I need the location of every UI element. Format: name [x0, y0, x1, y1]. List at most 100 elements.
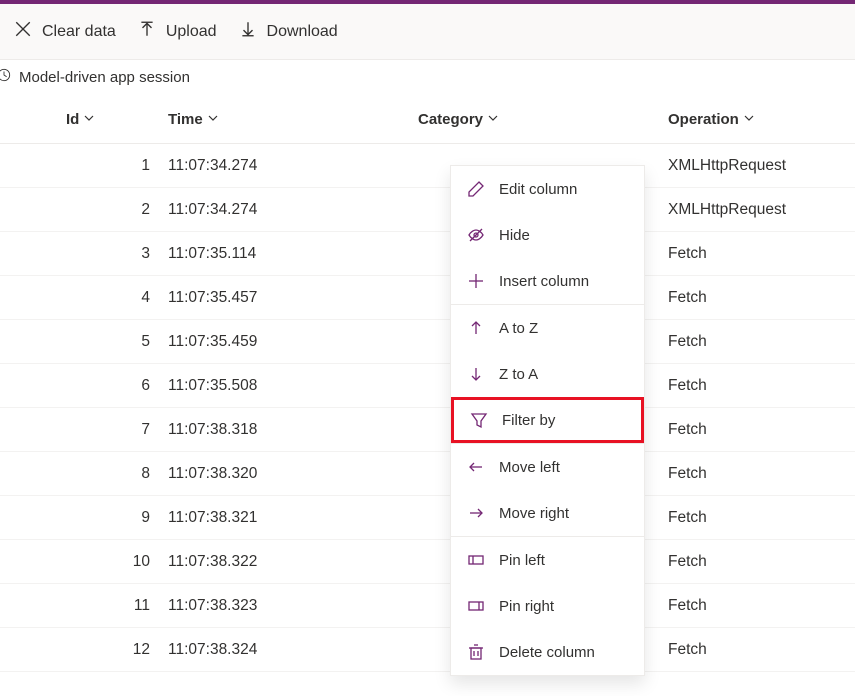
column-header-category-label: Category	[418, 111, 483, 128]
column-header-operation-label: Operation	[668, 111, 739, 128]
ctx-move-right[interactable]: Move right	[451, 490, 644, 536]
column-header-id-label: Id	[66, 111, 79, 128]
pin-right-icon	[467, 597, 485, 615]
cell-id: 4	[48, 289, 168, 307]
ctx-insert-column-label: Insert column	[499, 273, 589, 290]
cell-operation: Fetch	[668, 465, 855, 483]
clear-data-label: Clear data	[42, 23, 116, 41]
chevron-down-icon	[487, 111, 499, 128]
cell-time: 11:07:38.320	[168, 465, 418, 483]
clock-icon	[0, 68, 11, 86]
toolbar: Clear data Upload Download	[0, 4, 855, 60]
cell-operation: Fetch	[668, 245, 855, 263]
arrow-right-icon	[467, 504, 485, 522]
table-row[interactable]: 411:07:35.457Fetch	[0, 276, 855, 320]
table-row[interactable]: 1011:07:38.322 Fetch	[0, 540, 855, 584]
cell-time: 11:07:34.274	[168, 157, 418, 175]
subtitle-row: Model-driven app session	[0, 60, 855, 96]
ctx-edit-column[interactable]: Edit column	[451, 166, 644, 212]
column-header-time[interactable]: Time	[168, 111, 418, 128]
cell-time: 11:07:35.114	[168, 245, 418, 263]
pencil-icon	[467, 180, 485, 198]
table-row[interactable]: 711:07:38.318 Fetch	[0, 408, 855, 452]
arrow-up-icon	[467, 319, 485, 337]
ctx-delete-column-label: Delete column	[499, 644, 595, 661]
ctx-hide[interactable]: Hide	[451, 212, 644, 258]
cell-id: 11	[48, 597, 168, 615]
cell-operation: Fetch	[668, 553, 855, 571]
ctx-sort-asc[interactable]: A to Z	[451, 305, 644, 351]
ctx-sort-asc-label: A to Z	[499, 320, 538, 337]
cell-operation: XMLHttpRequest	[668, 157, 855, 175]
clear-data-button[interactable]: Clear data	[14, 20, 116, 43]
column-header-category[interactable]: Category	[418, 111, 668, 128]
cell-operation: Fetch	[668, 597, 855, 615]
ctx-sort-desc[interactable]: Z to A	[451, 351, 644, 397]
ctx-hide-label: Hide	[499, 227, 530, 244]
cell-time: 11:07:38.324	[168, 641, 418, 659]
data-grid: Id Time Category Operation 111:07:34.274…	[0, 96, 855, 672]
column-header-id[interactable]: Id	[48, 111, 95, 128]
cell-operation: XMLHttpRequest	[668, 201, 855, 219]
cell-time: 11:07:35.459	[168, 333, 418, 351]
cell-id: 2	[48, 201, 168, 219]
cell-id: 8	[48, 465, 168, 483]
column-header-operation[interactable]: Operation	[668, 111, 855, 128]
cell-time: 11:07:38.321	[168, 509, 418, 527]
ctx-pin-left-label: Pin left	[499, 552, 545, 569]
filter-icon	[470, 411, 488, 429]
ctx-move-right-label: Move right	[499, 505, 569, 522]
ctx-edit-column-label: Edit column	[499, 181, 577, 198]
cell-time: 11:07:35.508	[168, 377, 418, 395]
chevron-down-icon	[207, 111, 219, 128]
upload-label: Upload	[166, 23, 217, 41]
cell-id: 10	[48, 553, 168, 571]
table-row[interactable]: 611:07:35.508 Fetch	[0, 364, 855, 408]
pin-left-icon	[467, 551, 485, 569]
cell-id: 12	[48, 641, 168, 659]
cell-operation: Fetch	[668, 377, 855, 395]
cell-id: 7	[48, 421, 168, 439]
grid-header-row: Id Time Category Operation	[0, 96, 855, 144]
table-row[interactable]: 811:07:38.320 Fetch	[0, 452, 855, 496]
cell-operation: Fetch	[668, 421, 855, 439]
ctx-delete-column[interactable]: Delete column	[451, 629, 644, 675]
cell-operation: Fetch	[668, 509, 855, 527]
cell-time: 11:07:38.322	[168, 553, 418, 571]
chevron-down-icon	[83, 111, 95, 128]
chevron-down-icon	[743, 111, 755, 128]
upload-icon	[138, 20, 156, 43]
table-row[interactable]: 911:07:38.321 Fetch	[0, 496, 855, 540]
cell-id: 6	[48, 377, 168, 395]
cell-time: 11:07:38.318	[168, 421, 418, 439]
table-row[interactable]: 211:07:34.274XMLHttpRequest	[0, 188, 855, 232]
ctx-pin-right-label: Pin right	[499, 598, 554, 615]
arrow-down-icon	[467, 365, 485, 383]
cell-id: 1	[48, 157, 168, 175]
table-row[interactable]: 311:07:35.114Fetch	[0, 232, 855, 276]
column-header-time-label: Time	[168, 111, 203, 128]
table-row[interactable]: 1111:07:38.323Fetch	[0, 584, 855, 628]
table-row[interactable]: 1211:07:38.324Fetch	[0, 628, 855, 672]
ctx-sort-desc-label: Z to A	[499, 366, 538, 383]
arrow-left-icon	[467, 458, 485, 476]
grid-body: 111:07:34.274XMLHttpRequest211:07:34.274…	[0, 144, 855, 672]
ctx-move-left[interactable]: Move left	[451, 444, 644, 490]
column-context-menu: Edit column Hide Insert column A to Z Z …	[450, 165, 645, 676]
table-row[interactable]: 511:07:35.459Fetch	[0, 320, 855, 364]
trash-icon	[467, 643, 485, 661]
ctx-move-left-label: Move left	[499, 459, 560, 476]
plus-icon	[467, 272, 485, 290]
download-button[interactable]: Download	[239, 20, 338, 43]
ctx-filter-by[interactable]: Filter by	[451, 397, 644, 443]
cell-operation: Fetch	[668, 333, 855, 351]
ctx-insert-column[interactable]: Insert column	[451, 258, 644, 304]
download-icon	[239, 20, 257, 43]
ctx-pin-right[interactable]: Pin right	[451, 583, 644, 629]
ctx-pin-left[interactable]: Pin left	[451, 537, 644, 583]
upload-button[interactable]: Upload	[138, 20, 217, 43]
ctx-filter-by-label: Filter by	[502, 412, 555, 429]
download-label: Download	[267, 23, 338, 41]
table-row[interactable]: 111:07:34.274 XMLHttpRequest	[0, 144, 855, 188]
cell-id: 9	[48, 509, 168, 527]
